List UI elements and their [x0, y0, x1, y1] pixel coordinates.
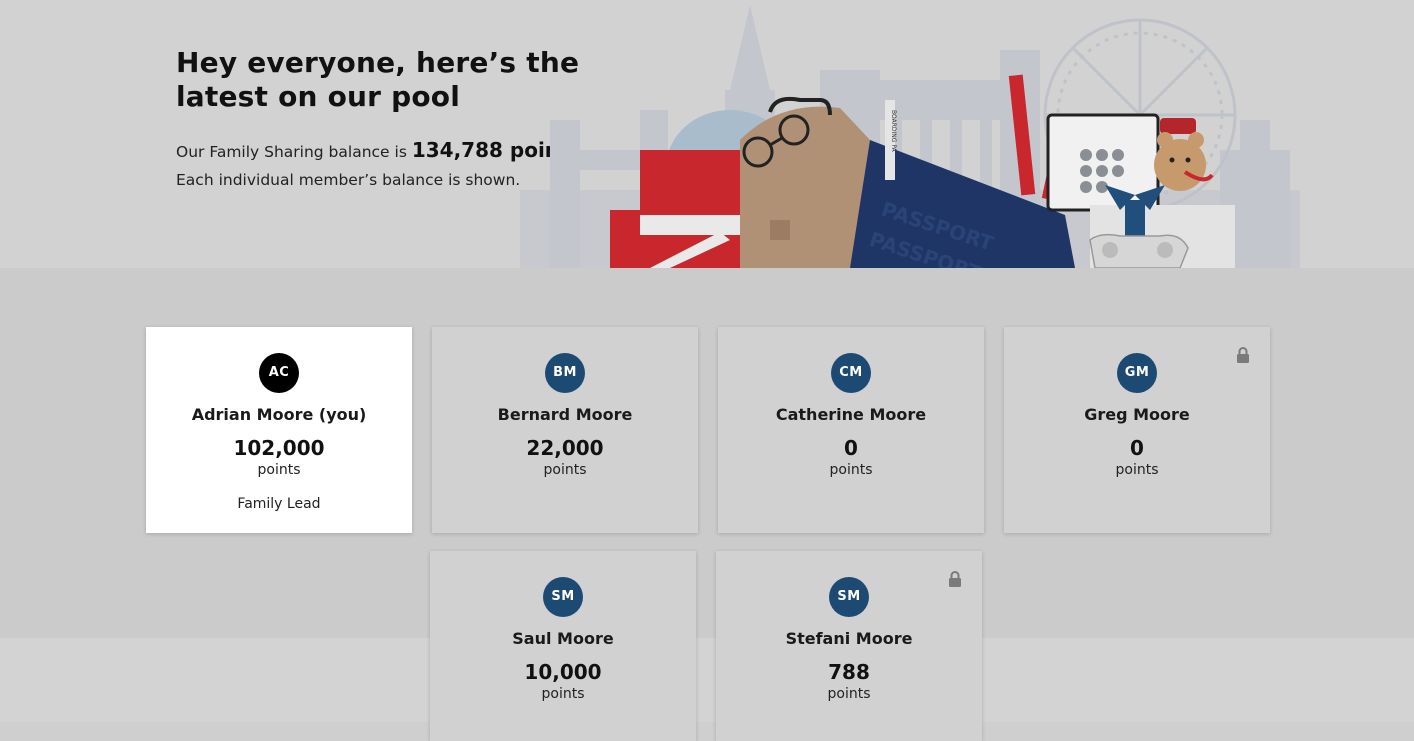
controller-illustration: [1089, 233, 1189, 268]
member-points: 788: [828, 660, 870, 684]
member-points: 22,000: [526, 436, 604, 460]
balance-prefix: Our Family Sharing balance is: [176, 143, 407, 161]
avatar: SM: [829, 577, 869, 617]
member-points-label: points: [543, 462, 587, 478]
avatar: SM: [543, 577, 583, 617]
member-name: Saul Moore: [512, 629, 614, 648]
member-role: Family Lead: [237, 496, 321, 512]
member-name: Catherine Moore: [775, 405, 927, 424]
hero-banner: Hey everyone, here’s the latest on our p…: [0, 0, 1414, 268]
member-points-label: points: [541, 686, 585, 702]
member-points: 0: [844, 436, 858, 460]
member-points-label: points: [257, 462, 301, 478]
boarding-pass-text: BOARDING PA: [890, 110, 897, 153]
avatar: AC: [259, 353, 299, 393]
footer-background: [0, 638, 1414, 722]
member-name: Adrian Moore (you): [191, 405, 367, 424]
member-points-label: points: [1115, 462, 1159, 478]
avatar: GM: [1117, 353, 1157, 393]
member-name: Greg Moore: [1084, 405, 1190, 424]
member-card-stefani[interactable]: SM Stefani Moore 788 points: [716, 551, 982, 741]
lock-icon: [949, 571, 961, 587]
member-card-saul[interactable]: SM Saul Moore 10,000 points: [430, 551, 696, 741]
member-card-adrian[interactable]: AC Adrian Moore (you) 102,000 points Fam…: [146, 327, 412, 533]
backpack-illustration: [740, 96, 870, 268]
teddy-bear-illustration: [1154, 118, 1214, 191]
avatar: CM: [831, 353, 871, 393]
member-name: Bernard Moore: [497, 405, 633, 424]
avatar: BM: [545, 353, 585, 393]
member-points-label: points: [827, 686, 871, 702]
member-card-bernard[interactable]: BM Bernard Moore 22,000 points: [432, 327, 698, 533]
member-name: Stefani Moore: [785, 629, 913, 648]
member-points: 102,000: [233, 436, 325, 460]
member-points: 0: [1130, 436, 1144, 460]
member-card-catherine[interactable]: CM Catherine Moore 0 points: [718, 327, 984, 533]
lock-icon: [1237, 347, 1249, 363]
member-points: 10,000: [524, 660, 602, 684]
member-card-greg[interactable]: GM Greg Moore 0 points: [1004, 327, 1270, 533]
member-points-label: points: [829, 462, 873, 478]
travel-illustration: PASSPORT PASSPORT BOARDING PA: [520, 5, 1300, 268]
